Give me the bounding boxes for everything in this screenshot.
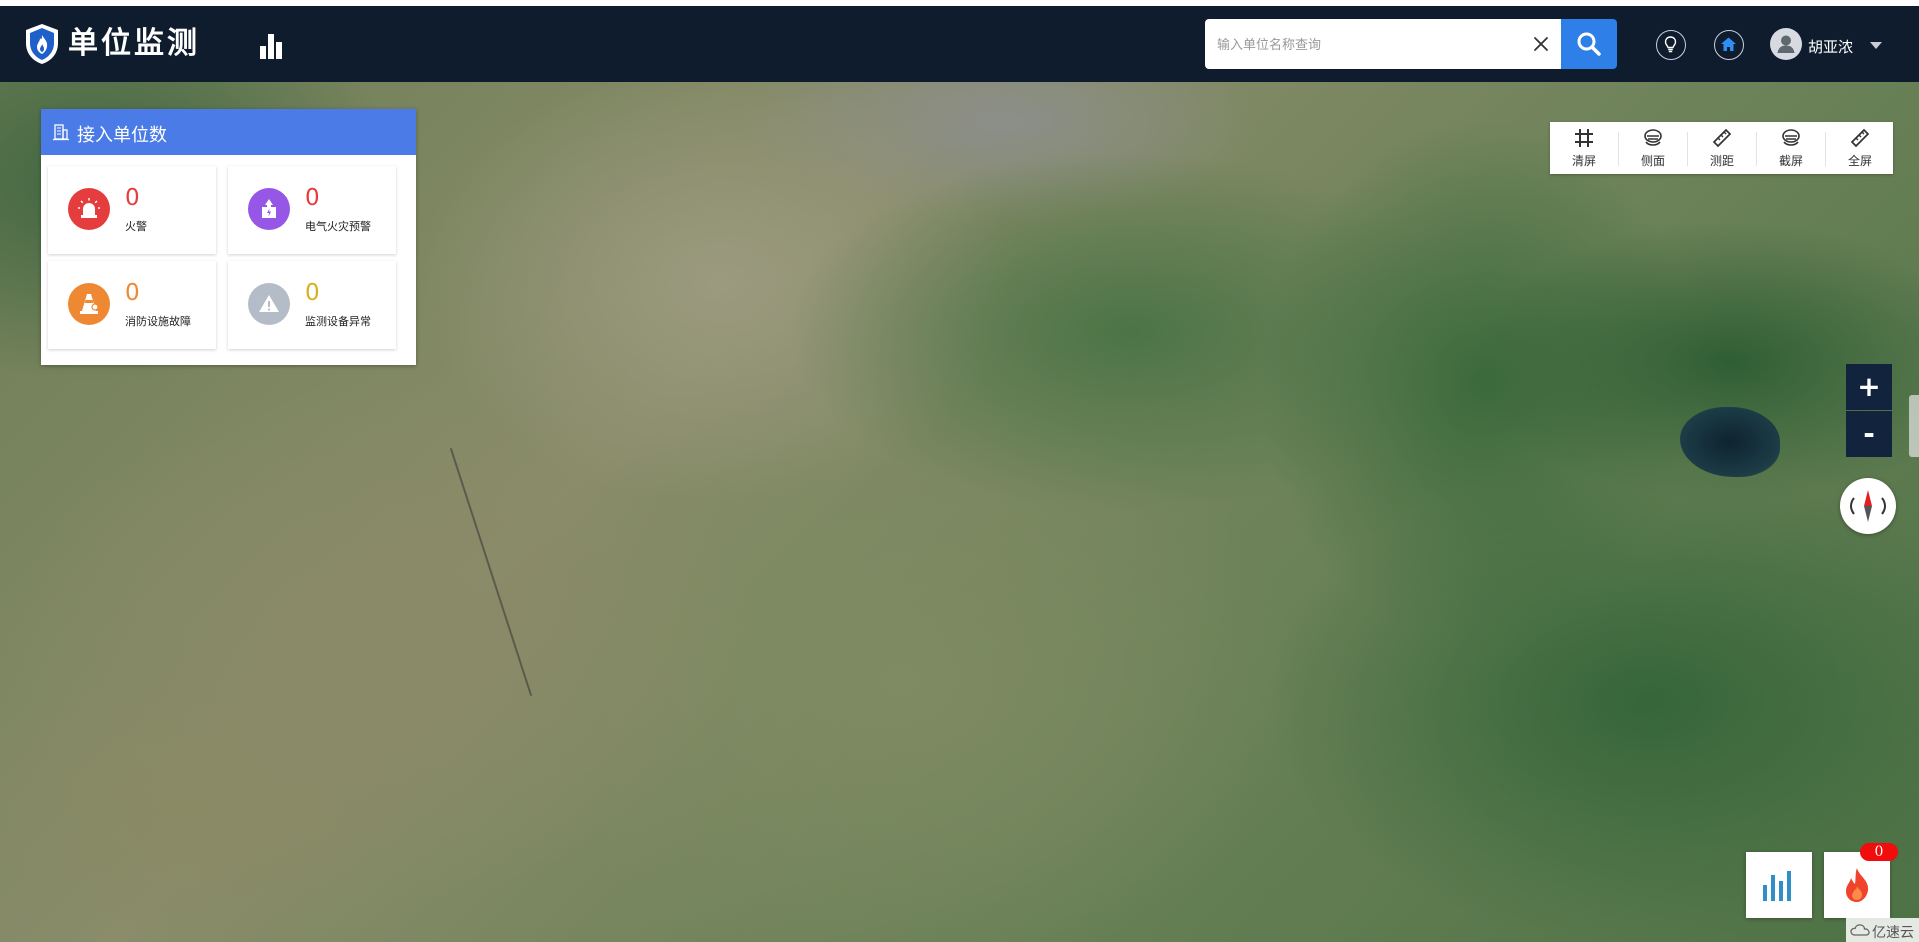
watermark-text: 亿速云 — [1872, 925, 1914, 941]
stat-value: 0 — [305, 185, 320, 211]
electric-alert-icon — [248, 188, 290, 230]
search-icon — [1577, 32, 1601, 56]
search-input[interactable] — [1215, 19, 1519, 71]
stats-panel-header: 接入单位数 — [41, 109, 416, 155]
electric-fire-warning-card[interactable]: 0 电气火灾预警 — [228, 166, 396, 254]
traffic-cone-icon — [68, 283, 110, 325]
zoom-out-button[interactable]: - — [1846, 411, 1892, 457]
lightbulb-icon — [1664, 36, 1677, 53]
side-view-tool[interactable]: 侧面 — [1619, 122, 1687, 174]
stats-panel-title: 接入单位数 — [77, 125, 167, 146]
stat-value: 0 — [305, 280, 320, 306]
close-icon[interactable] — [1531, 34, 1551, 54]
zoom-in-button[interactable]: + — [1846, 364, 1892, 410]
home-button[interactable] — [1714, 30, 1744, 60]
avatar — [1770, 28, 1802, 60]
measure-tool[interactable]: 测距 — [1688, 122, 1756, 174]
map-toolbar: 清屏 侧面 测距 截屏 全屏 — [1550, 122, 1893, 174]
user-icon — [1777, 35, 1795, 53]
search-button[interactable] — [1561, 19, 1617, 69]
alarm-siren-icon — [68, 188, 110, 230]
chevron-down-icon — [1870, 42, 1882, 49]
page: 单位监测 输入单位名称查询 胡亚浓 接入单位数 0 火警 0 电气火灾预警 0 … — [0, 0, 1919, 942]
tool-label: 侧面 — [1640, 154, 1665, 168]
stat-label: 监测设备异常 — [305, 315, 371, 328]
unit-stats-panel: 接入单位数 0 火警 0 电气火灾预警 0 消防设施故障 0 监测设备异常 — [41, 109, 416, 365]
ruler-icon — [1850, 128, 1870, 148]
layers-icon — [1644, 129, 1662, 146]
stat-value: 0 — [125, 280, 140, 306]
side-drawer-handle[interactable] — [1909, 395, 1919, 457]
compass-button[interactable] — [1840, 478, 1896, 534]
stat-label: 火警 — [125, 220, 147, 233]
map-lake — [1680, 407, 1780, 477]
grid-icon — [1575, 129, 1593, 147]
compass-icon — [1850, 490, 1886, 522]
stat-label: 电气火灾预警 — [305, 220, 371, 233]
ruler-icon — [1712, 128, 1732, 148]
stat-label: 消防设施故障 — [125, 315, 191, 328]
bar-chart-icon — [1763, 871, 1791, 901]
tool-label: 清屏 — [1571, 154, 1596, 168]
statistics-button[interactable] — [1746, 852, 1812, 918]
alarm-count-badge: 0 — [1860, 843, 1898, 861]
hint-button[interactable] — [1656, 30, 1686, 60]
tool-label: 截屏 — [1778, 154, 1803, 168]
clear-screen-tool[interactable]: 清屏 — [1550, 122, 1618, 174]
search-box — [1205, 19, 1561, 71]
screenshot-tool[interactable]: 截屏 — [1757, 122, 1825, 174]
cloud-logo-icon — [1850, 924, 1870, 936]
app-title: 单位监测 — [68, 26, 200, 61]
buildings-chart-icon[interactable] — [258, 32, 284, 60]
home-icon — [1721, 37, 1736, 51]
tool-label: 测距 — [1709, 154, 1734, 168]
zoom-out-label: - — [1863, 417, 1875, 450]
watermark: 亿速云 — [1846, 918, 1919, 942]
user-name: 胡亚浓 — [1808, 38, 1854, 56]
building-icon — [53, 124, 69, 141]
fire-facility-fault-card[interactable]: 0 消防设施故障 — [48, 261, 216, 349]
fullscreen-tool[interactable]: 全屏 — [1826, 122, 1894, 174]
device-abnormal-card[interactable]: 0 监测设备异常 — [228, 261, 396, 349]
top-header: 单位监测 输入单位名称查询 胡亚浓 — [0, 6, 1919, 82]
fire-alarm-button[interactable] — [1824, 852, 1890, 918]
warning-triangle-icon — [248, 283, 290, 325]
stat-value: 0 — [125, 185, 140, 211]
fire-alarm-card[interactable]: 0 火警 — [48, 166, 216, 254]
layers-icon — [1782, 129, 1800, 146]
flame-icon — [1846, 868, 1869, 902]
zoom-in-label: + — [1857, 370, 1881, 403]
fire-shield-logo-icon — [26, 24, 58, 64]
map-river — [449, 448, 533, 696]
tool-label: 全屏 — [1847, 154, 1872, 168]
